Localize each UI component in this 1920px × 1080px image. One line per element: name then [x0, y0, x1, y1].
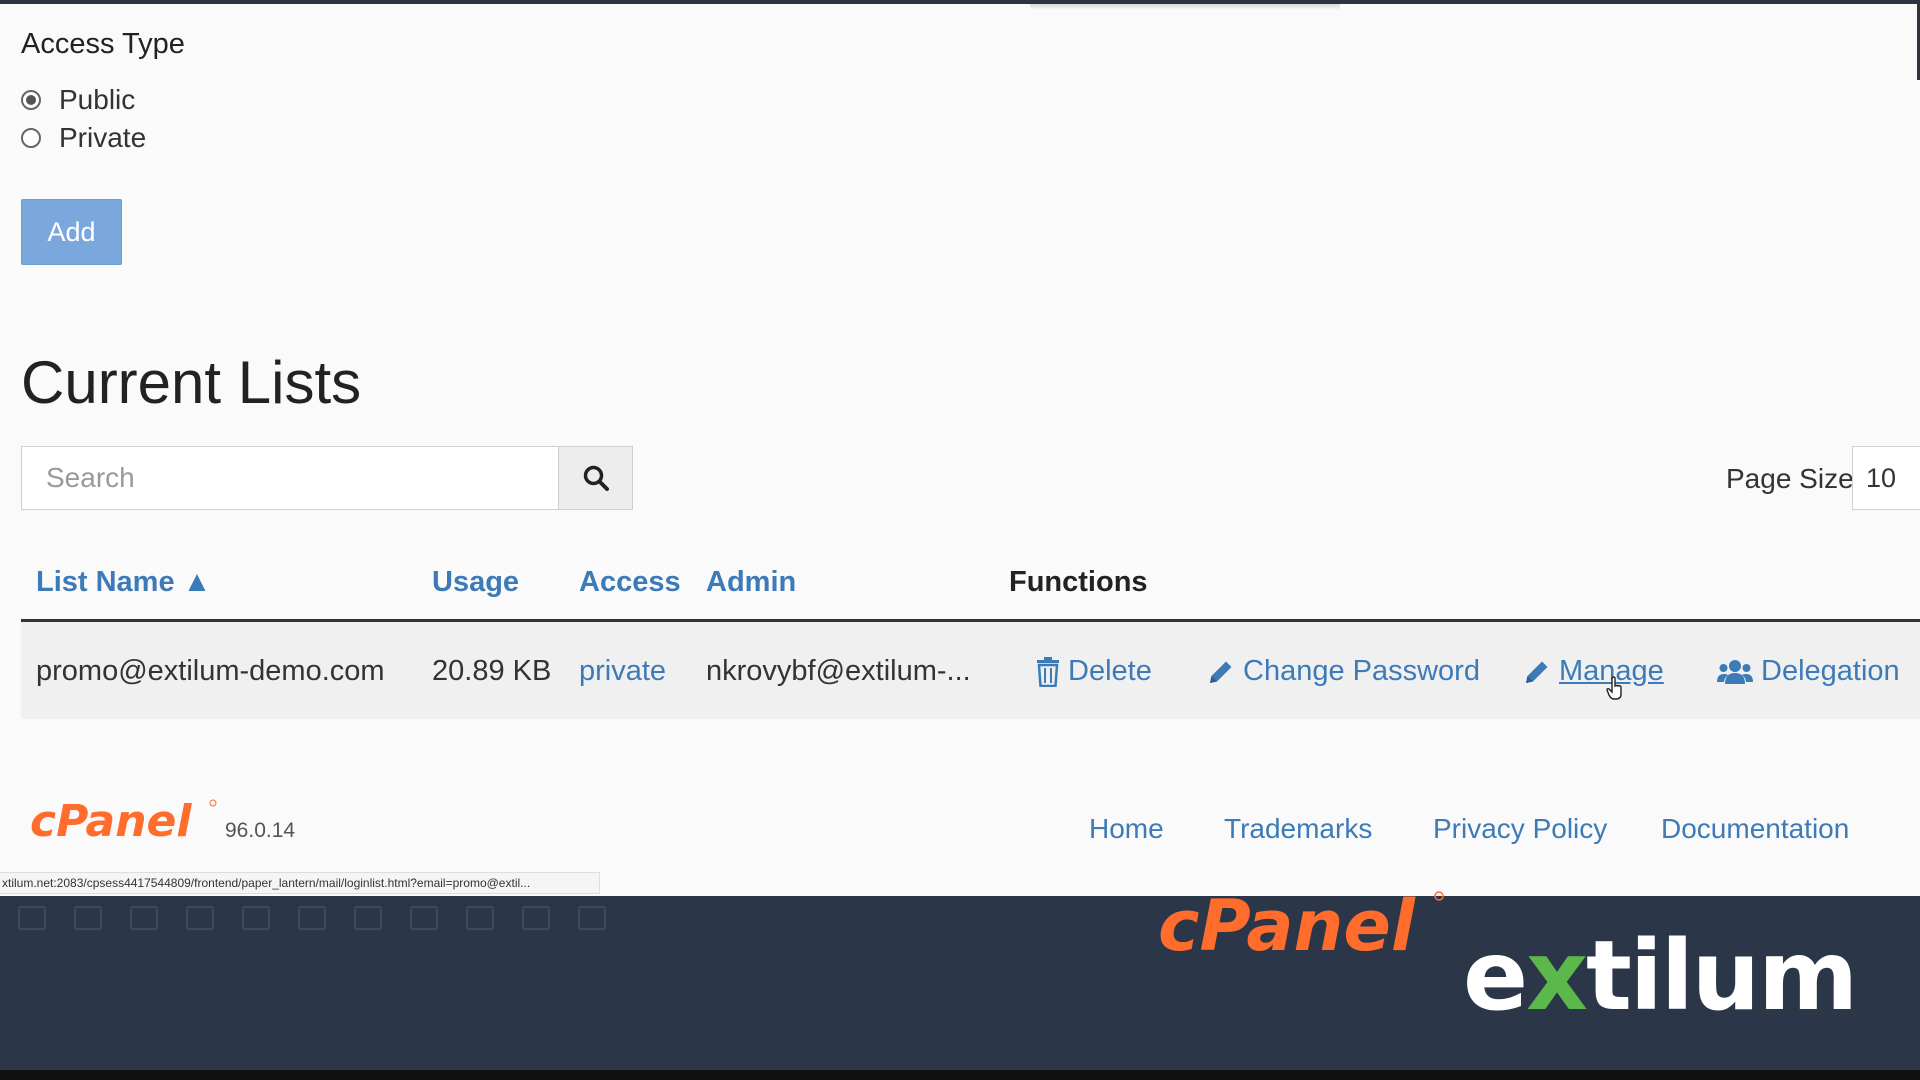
radio-private[interactable] — [21, 128, 41, 148]
delete-label[interactable]: Delete — [1068, 655, 1152, 688]
column-header-usage[interactable]: Usage — [432, 566, 519, 599]
change-password-link[interactable]: Change Password — [1207, 655, 1480, 688]
search-field[interactable] — [21, 446, 559, 510]
top-border — [0, 0, 1920, 10]
trash-icon — [1037, 656, 1059, 687]
column-header-admin[interactable]: Admin — [706, 566, 796, 599]
column-header-access[interactable]: Access — [579, 566, 681, 599]
cpanel-brand-logo: cPanel — [1158, 886, 1444, 966]
mouse-cursor-icon — [1606, 676, 1622, 700]
footer-link-trademarks[interactable]: Trademarks — [1224, 813, 1372, 845]
pencil-icon — [1210, 661, 1232, 683]
footer-link-privacy-policy[interactable]: Privacy Policy — [1433, 813, 1607, 845]
current-lists-title: Current Lists — [21, 349, 362, 416]
bottom-edge — [0, 1070, 1920, 1080]
taskbar-ghost-icons — [18, 906, 606, 930]
search-input[interactable] — [22, 447, 558, 509]
search-icon — [583, 465, 609, 491]
add-button[interactable]: Add — [21, 199, 122, 265]
svg-text:cPanel: cPanel — [1158, 886, 1416, 966]
svg-text:cPanel: cPanel — [30, 796, 192, 846]
column-header-functions: Functions — [1009, 566, 1148, 598]
page-size-select[interactable]: 10 — [1852, 446, 1920, 510]
delegation-link[interactable]: Delegation — [1717, 655, 1900, 688]
footer-link-home[interactable]: Home — [1089, 813, 1164, 845]
access-type-label: Access Type — [21, 28, 185, 60]
radio-public-row[interactable]: Public — [21, 84, 135, 116]
column-header-list-name[interactable]: List Name ▲ — [36, 566, 211, 599]
change-password-label[interactable]: Change Password — [1243, 655, 1480, 688]
radio-private-row[interactable]: Private — [21, 122, 146, 154]
cell-usage: 20.89 KB — [432, 655, 552, 687]
cell-list-name: promo@extilum-demo.com — [36, 655, 385, 687]
footer-link-documentation[interactable]: Documentation — [1661, 813, 1849, 845]
search-button[interactable] — [558, 446, 633, 510]
pencil-icon — [1526, 661, 1548, 683]
cpanel-logo[interactable]: cPanel — [30, 796, 220, 846]
manage-link[interactable]: Manage — [1523, 655, 1664, 688]
users-icon — [1717, 659, 1753, 684]
cell-access-link[interactable]: private — [579, 655, 666, 688]
cell-admin: nkrovybf@extilum-... — [706, 655, 971, 687]
radio-public[interactable] — [21, 90, 41, 110]
browser-status-url: xtilum.net:2083/cpsess4417544809/fronten… — [0, 872, 600, 894]
radio-private-label[interactable]: Private — [59, 122, 146, 154]
page-size-label: Page Size — [1726, 463, 1854, 494]
delegation-label[interactable]: Delegation — [1761, 655, 1900, 688]
radio-public-label[interactable]: Public — [59, 84, 135, 116]
cpanel-version: 96.0.14 — [225, 819, 296, 842]
delete-link[interactable]: Delete — [1036, 655, 1152, 688]
extilum-logo: extilum — [1463, 920, 1858, 1032]
